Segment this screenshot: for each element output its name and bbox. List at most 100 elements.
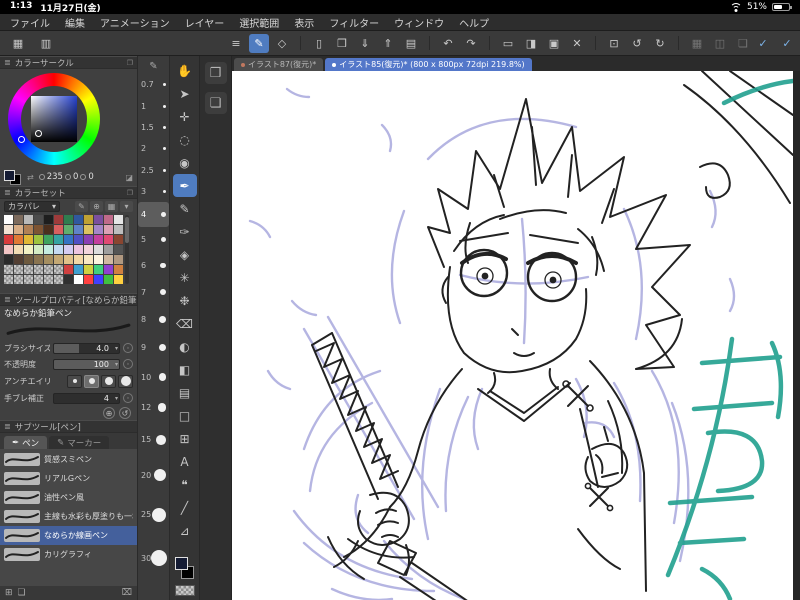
palette-swatch-57[interactable] <box>94 255 103 264</box>
brush-tool[interactable]: ✑ <box>173 220 197 243</box>
brush-size-2[interactable]: 2 <box>138 138 169 159</box>
subtool-item-0[interactable]: 質感スミペン <box>0 450 137 469</box>
palette-swatch-40[interactable] <box>44 245 53 254</box>
reset-property-icon[interactable]: ↺ <box>119 407 131 419</box>
material-window-icon[interactable]: ❏ <box>733 34 753 53</box>
palette-swatch-77[interactable] <box>54 275 63 284</box>
opacity-dynamics-icon[interactable]: ◦ <box>123 359 133 369</box>
panel-menu-icon[interactable]: ≣ <box>4 58 11 67</box>
main-color-chip[interactable] <box>174 557 188 570</box>
text-tool[interactable]: A <box>173 450 197 473</box>
palette-swatch-64[interactable] <box>44 265 53 274</box>
snap-ruler-icon[interactable]: ✓ <box>753 34 773 53</box>
decoration-tool[interactable]: ❉ <box>173 289 197 312</box>
color-wheel[interactable] <box>8 73 100 165</box>
palette-swatch-73[interactable] <box>14 275 23 284</box>
palette-swatch-45[interactable] <box>94 245 103 254</box>
frame-border-tool[interactable]: ⊞ <box>173 427 197 450</box>
palette-swatch-63[interactable] <box>34 265 43 274</box>
tool-property-panel-header[interactable]: ≣ ツールプロパティ[なめらか鉛筆] <box>0 293 137 306</box>
stabilize-dynamics-icon[interactable]: ◦ <box>123 393 133 403</box>
drawing-canvas[interactable] <box>232 71 793 600</box>
palette-swatch-24[interactable] <box>4 235 13 244</box>
open-file-icon[interactable]: ❒ <box>332 34 352 53</box>
palette-swatch-72[interactable] <box>4 275 13 284</box>
menu-icon[interactable]: ≡ <box>226 34 246 53</box>
palette-swatch-69[interactable] <box>94 265 103 274</box>
palette-swatch-37[interactable] <box>14 245 23 254</box>
palette-swatch-17[interactable] <box>54 225 63 234</box>
palette-swatch-46[interactable] <box>104 245 113 254</box>
palette-swatch-18[interactable] <box>64 225 73 234</box>
palette-swatch-49[interactable] <box>14 255 23 264</box>
brush-size-2.5[interactable]: 2.5 <box>138 160 169 181</box>
brush-size-0.7[interactable]: 0.7 <box>138 74 169 95</box>
panel-expand-icon[interactable]: ❐ <box>127 59 133 67</box>
palette-swatch-83[interactable] <box>114 275 123 284</box>
swap-colors-icon[interactable]: ⇄ <box>27 173 34 182</box>
palette-swatch-58[interactable] <box>104 255 113 264</box>
palette-swatch-30[interactable] <box>64 235 73 244</box>
subtool-item-5[interactable]: カリグラフィ <box>0 545 137 564</box>
palette-swatch-80[interactable] <box>84 275 93 284</box>
palette-swatch-12[interactable] <box>4 225 13 234</box>
brush-size-7[interactable]: 7 <box>138 279 169 306</box>
palette-swatch-35[interactable] <box>114 235 123 244</box>
palette-swatch-62[interactable] <box>24 265 33 274</box>
clear-selection-icon[interactable]: ✕ <box>567 34 587 53</box>
palette-swatch-6[interactable] <box>64 215 73 224</box>
palette-swatch-43[interactable] <box>74 245 83 254</box>
more-options-icon[interactable]: ▾ <box>120 200 133 212</box>
color-wheel-panel-header[interactable]: ≣ カラーサークル ❐ <box>0 56 137 69</box>
menu-item-4[interactable]: 選択範囲 <box>239 15 279 30</box>
brush-size-15[interactable]: 15 <box>138 423 169 457</box>
material-panel-icon[interactable]: ❒ <box>204 62 227 84</box>
palette-swatch-42[interactable] <box>64 245 73 254</box>
chevron-down-icon[interactable]: ▾ <box>115 395 118 402</box>
palette-swatch-79[interactable] <box>74 275 83 284</box>
palette-swatch-10[interactable] <box>104 215 113 224</box>
eyedropper-tool[interactable]: ◉ <box>173 151 197 174</box>
share-icon[interactable]: ⇑ <box>378 34 398 53</box>
palette-swatch-54[interactable] <box>64 255 73 264</box>
palette-swatch-31[interactable] <box>74 235 83 244</box>
subtool-tab-0[interactable]: ✒ ペン <box>4 436 48 449</box>
menu-item-6[interactable]: フィルター <box>329 15 379 30</box>
menu-item-2[interactable]: アニメーション <box>100 15 170 30</box>
duplicate-subtool-icon[interactable]: ❏ <box>18 588 26 598</box>
delete-subtool-icon[interactable]: ⌧ <box>122 588 132 598</box>
snap-special-ruler-icon[interactable]: ✓ <box>777 34 797 53</box>
brush-size-3[interactable]: 3 <box>138 181 169 202</box>
panel-menu-icon[interactable]: ≣ <box>4 188 11 197</box>
workspace-grid-icon[interactable]: ▦ <box>8 34 28 53</box>
subtool-panel-header[interactable]: ≣ サブツール[ペン] <box>0 420 137 433</box>
line-correction-tool[interactable]: ╱ <box>173 496 197 519</box>
add-property-icon[interactable]: ⊕ <box>103 407 115 419</box>
subtool-item-3[interactable]: 主線も水彩も厚塗りも一本でやれる奴!! <box>0 507 137 526</box>
palette-swatch-21[interactable] <box>94 225 103 234</box>
menu-item-1[interactable]: 編集 <box>65 15 85 30</box>
airbrush-tool[interactable]: ✳ <box>173 266 197 289</box>
palette-swatch-2[interactable] <box>24 215 33 224</box>
grid-view-icon[interactable]: ▦ <box>687 34 707 53</box>
panel-menu-icon[interactable]: ≣ <box>4 422 11 431</box>
palette-scrollbar[interactable] <box>125 215 129 284</box>
stabilize-stepper[interactable]: 4 ▾ <box>53 392 120 404</box>
sv-picker[interactable] <box>31 96 77 142</box>
brush-size-8[interactable]: 8 <box>138 306 169 334</box>
palette-swatch-59[interactable] <box>114 255 123 264</box>
menu-item-7[interactable]: ウィンドウ <box>394 15 444 30</box>
brush-size-1.5[interactable]: 1.5 <box>138 117 169 138</box>
canvas-tab-1[interactable]: イラスト85(復元)* (800 x 800px 72dpi 219.8%) <box>325 58 532 71</box>
layer-panel-icon[interactable]: ❏ <box>204 92 227 114</box>
palette-swatch-14[interactable] <box>24 225 33 234</box>
palette-swatch-78[interactable] <box>64 275 73 284</box>
palette-swatch-22[interactable] <box>104 225 113 234</box>
antialias-middle[interactable] <box>101 374 116 388</box>
palette-swatch-67[interactable] <box>74 265 83 274</box>
antialias-strong[interactable] <box>118 374 133 388</box>
palette-swatch-48[interactable] <box>4 255 13 264</box>
palette-swatch-16[interactable] <box>44 225 53 234</box>
expand-selection-icon[interactable]: ▣ <box>544 34 564 53</box>
sv-marker[interactable] <box>35 130 42 137</box>
